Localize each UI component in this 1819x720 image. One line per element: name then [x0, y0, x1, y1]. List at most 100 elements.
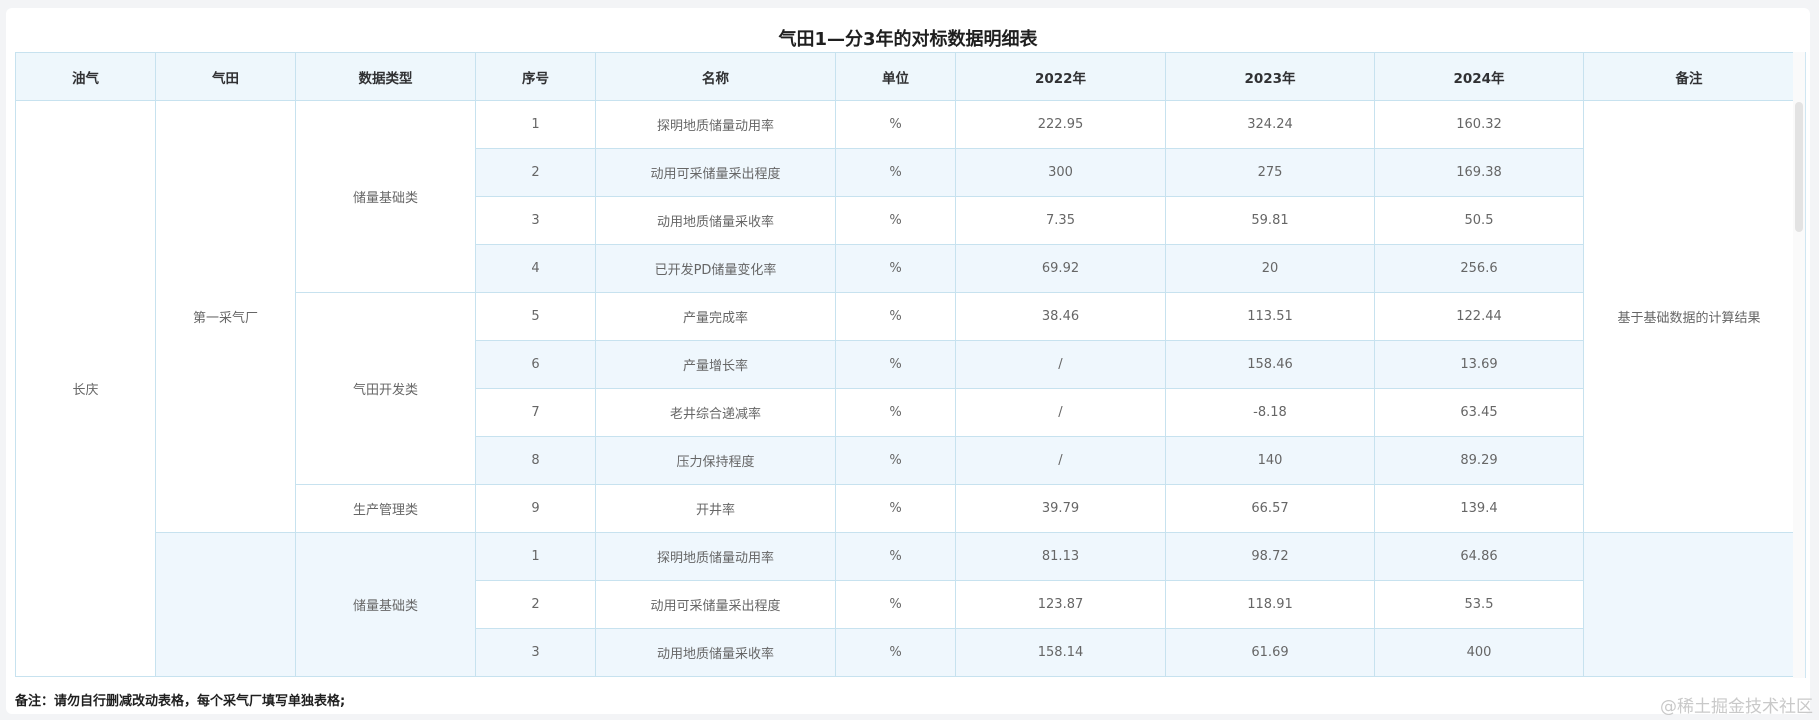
value-2024-cell: 169.38: [1374, 148, 1584, 197]
value-2022-cell: /: [955, 436, 1166, 485]
value-2024-cell: 122.44: [1374, 292, 1584, 341]
value-2022-cell: 38.46: [955, 292, 1166, 341]
value-2022-cell: 7.35: [955, 196, 1166, 245]
header-2022: 2022年: [955, 52, 1166, 101]
unit-cell: %: [835, 628, 956, 677]
value-2022-cell: 69.92: [955, 244, 1166, 293]
index-cell: 2: [475, 580, 596, 629]
name-cell: 动用地质储量采收率: [595, 196, 836, 245]
value-2022-cell: 158.14: [955, 628, 1166, 677]
value-2024-cell: 63.45: [1374, 388, 1584, 437]
value-2023-cell: 61.69: [1165, 628, 1375, 677]
index-cell: 2: [475, 148, 596, 197]
index-cell: 8: [475, 436, 596, 485]
table-header-row: 油气 气田 数据类型 序号 名称 单位 2022年 2023年 2024年 备注: [15, 52, 1795, 101]
unit-cell: %: [835, 580, 956, 629]
name-cell: 动用地质储量采收率: [595, 628, 836, 677]
value-2022-cell: /: [955, 388, 1166, 437]
value-2023-cell: 324.24: [1165, 100, 1375, 149]
table-scroll-area[interactable]: 油气 气田 数据类型 序号 名称 单位 2022年 2023年 2024年 备注…: [15, 52, 1806, 678]
header-unit: 单位: [835, 52, 956, 101]
value-2024-cell: 89.29: [1374, 436, 1584, 485]
index-cell: 4: [475, 244, 596, 293]
value-2022-cell: 81.13: [955, 532, 1166, 581]
index-cell: 6: [475, 340, 596, 389]
benchmark-table: 油气 气田 数据类型 序号 名称 单位 2022年 2023年 2024年 备注…: [15, 52, 1795, 677]
oil-gas-cell: 长庆: [15, 100, 156, 677]
index-cell: 1: [475, 100, 596, 149]
value-2024-cell: 50.5: [1374, 196, 1584, 245]
name-cell: 压力保持程度: [595, 436, 836, 485]
value-2024-cell: 160.32: [1374, 100, 1584, 149]
unit-cell: %: [835, 388, 956, 437]
unit-cell: %: [835, 484, 956, 533]
value-2023-cell: 158.46: [1165, 340, 1375, 389]
header-gas-field: 气田: [155, 52, 296, 101]
unit-cell: %: [835, 196, 956, 245]
unit-cell: %: [835, 532, 956, 581]
remark-cell: 基于基础数据的计算结果: [1583, 100, 1795, 533]
value-2023-cell: 140: [1165, 436, 1375, 485]
value-2023-cell: 118.91: [1165, 580, 1375, 629]
value-2024-cell: 53.5: [1374, 580, 1584, 629]
index-cell: 1: [475, 532, 596, 581]
index-cell: 7: [475, 388, 596, 437]
value-2024-cell: 400: [1374, 628, 1584, 677]
data-type-cell: 气田开发类: [295, 292, 476, 485]
value-2023-cell: 275: [1165, 148, 1375, 197]
name-cell: 已开发PD储量变化率: [595, 244, 836, 293]
value-2024-cell: 13.69: [1374, 340, 1584, 389]
data-type-cell: 生产管理类: [295, 484, 476, 533]
value-2022-cell: /: [955, 340, 1166, 389]
data-type-cell: 储量基础类: [295, 532, 476, 677]
index-cell: 3: [475, 628, 596, 677]
value-2022-cell: 123.87: [955, 580, 1166, 629]
value-2022-cell: 300: [955, 148, 1166, 197]
scrollbar-thumb[interactable]: [1795, 102, 1803, 232]
value-2024-cell: 64.86: [1374, 532, 1584, 581]
unit-cell: %: [835, 436, 956, 485]
index-cell: 5: [475, 292, 596, 341]
unit-cell: %: [835, 148, 956, 197]
value-2023-cell: -8.18: [1165, 388, 1375, 437]
unit-cell: %: [835, 100, 956, 149]
header-remark: 备注: [1583, 52, 1795, 101]
name-cell: 探明地质储量动用率: [595, 100, 836, 149]
table-row: 储量基础类 1 探明地质储量动用率 % 81.13 98.72 64.86: [16, 532, 1795, 677]
index-cell: 3: [475, 196, 596, 245]
value-2023-cell: 98.72: [1165, 532, 1375, 581]
table-row: 长庆 第一采气厂 储量基础类 1 探明地质储量动用率 % 222.95 324.…: [15, 100, 1795, 677]
name-cell: 开井率: [595, 484, 836, 533]
unit-cell: %: [835, 292, 956, 341]
value-2023-cell: 59.81: [1165, 196, 1375, 245]
gas-field-cell: 第一采气厂: [155, 100, 296, 533]
header-2024: 2024年: [1374, 52, 1584, 101]
unit-cell: %: [835, 340, 956, 389]
header-2023: 2023年: [1165, 52, 1375, 101]
index-cell: 9: [475, 484, 596, 533]
footnote: 备注：请勿自行删减改动表格，每个采气厂填写单独表格;: [15, 694, 346, 709]
gas-field-cell: [155, 532, 296, 677]
name-cell: 动用可采储量采出程度: [595, 580, 836, 629]
vertical-scrollbar[interactable]: [1793, 52, 1805, 678]
value-2024-cell: 256.6: [1374, 244, 1584, 293]
name-cell: 产量增长率: [595, 340, 836, 389]
value-2023-cell: 20: [1165, 244, 1375, 293]
name-cell: 动用可采储量采出程度: [595, 148, 836, 197]
unit-cell: %: [835, 244, 956, 293]
name-cell: 产量完成率: [595, 292, 836, 341]
header-data-type: 数据类型: [295, 52, 476, 101]
watermark: @稀土掘金技术社区: [1660, 697, 1813, 717]
value-2023-cell: 66.57: [1165, 484, 1375, 533]
header-oil-gas: 油气: [15, 52, 156, 101]
value-2024-cell: 139.4: [1374, 484, 1584, 533]
data-type-cell: 储量基础类: [295, 100, 476, 293]
name-cell: 老井综合递减率: [595, 388, 836, 437]
value-2022-cell: 222.95: [955, 100, 1166, 149]
value-2022-cell: 39.79: [955, 484, 1166, 533]
name-cell: 探明地质储量动用率: [595, 532, 836, 581]
value-2023-cell: 113.51: [1165, 292, 1375, 341]
header-index: 序号: [475, 52, 596, 101]
header-name: 名称: [595, 52, 836, 101]
remark-cell: [1583, 532, 1795, 677]
